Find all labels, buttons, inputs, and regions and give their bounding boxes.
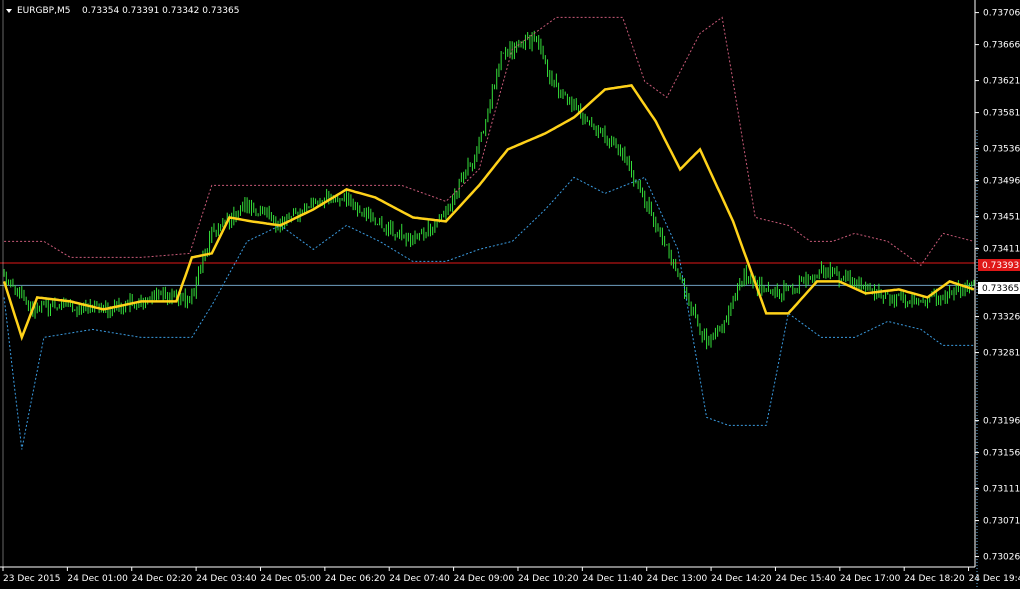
- x-tick-label: 24 Dec 05:00: [260, 574, 321, 584]
- y-tick-label: 0.73326: [983, 313, 1020, 323]
- y-tick-label: 0.73071: [983, 517, 1020, 527]
- y-tick-label: 0.73706: [983, 9, 1020, 19]
- y-tick-label: 0.73111: [983, 485, 1020, 495]
- x-tick-label: 24 Dec 14:20: [711, 574, 772, 584]
- y-tick-label: 0.73496: [983, 177, 1020, 187]
- x-tick-label: 24 Dec 07:40: [389, 574, 450, 584]
- x-tick-label: 23 Dec 2015: [3, 574, 61, 584]
- x-tick-label: 24 Dec 15:40: [775, 574, 836, 584]
- price-chart[interactable]: EURGBP,M5 0.73354 0.73391 0.73342 0.7336…: [0, 0, 1020, 589]
- x-tick-label: 24 Dec 11:40: [582, 574, 643, 584]
- y-tick-label: 0.73451: [983, 213, 1020, 223]
- x-tick-label: 24 Dec 18:20: [904, 574, 965, 584]
- y-tick-label: 0.73411: [983, 245, 1020, 255]
- bid-price-label: 0.73365: [982, 284, 1019, 294]
- x-tick-label: 24 Dec 01:00: [67, 574, 128, 584]
- x-tick-label: 24 Dec 19:40: [969, 574, 1020, 584]
- y-tick-label: 0.73196: [983, 417, 1020, 427]
- y-tick-label: 0.73666: [983, 41, 1020, 51]
- y-tick-label: 0.73536: [983, 145, 1020, 155]
- x-tick-label: 24 Dec 10:20: [518, 574, 579, 584]
- y-tick-label: 0.73156: [983, 449, 1020, 459]
- x-tick-label: 24 Dec 02:20: [132, 574, 193, 584]
- y-tick-label: 0.73621: [983, 77, 1020, 87]
- x-tick-label: 24 Dec 13:00: [647, 574, 708, 584]
- x-tick-label: 24 Dec 03:40: [196, 574, 257, 584]
- x-tick-label: 24 Dec 09:00: [454, 574, 515, 584]
- symbol-label: EURGBP,M5: [17, 6, 70, 16]
- chart-background: [0, 0, 1020, 589]
- chart-window[interactable]: EURGBP,M5 0.73354 0.73391 0.73342 0.7336…: [0, 0, 1020, 589]
- red-line-price-label: 0.73393: [982, 261, 1019, 271]
- x-tick-label: 24 Dec 17:00: [840, 574, 901, 584]
- y-tick-label: 0.73026: [983, 553, 1020, 563]
- y-tick-label: 0.73581: [983, 109, 1020, 119]
- x-tick-label: 24 Dec 06:20: [325, 574, 386, 584]
- y-tick-label: 0.73281: [983, 349, 1020, 359]
- ohlc-values: 0.73354 0.73391 0.73342 0.73365: [82, 6, 239, 16]
